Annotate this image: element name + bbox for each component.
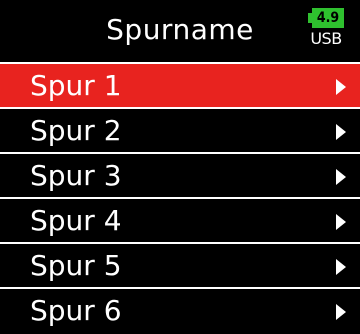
list-item-spur-3[interactable]: Spur 3: [0, 152, 360, 197]
power-source-label: USB: [310, 29, 342, 48]
chevron-right-icon: [336, 79, 346, 95]
list-item-label: Spur 5: [30, 249, 122, 282]
track-list: Spur 1 Spur 2 Spur 3 Spur 4 Spur 5 Spur …: [0, 62, 360, 332]
chevron-right-icon: [336, 304, 346, 320]
list-item-spur-1[interactable]: Spur 1: [0, 62, 360, 107]
battery-icon: 4.9: [308, 8, 344, 28]
list-item-label: Spur 4: [30, 204, 122, 237]
list-item-label: Spur 3: [30, 159, 122, 192]
list-item-spur-6[interactable]: Spur 6: [0, 287, 360, 332]
list-item-spur-4[interactable]: Spur 4: [0, 197, 360, 242]
list-item-spur-5[interactable]: Spur 5: [0, 242, 360, 287]
chevron-right-icon: [336, 259, 346, 275]
chevron-right-icon: [336, 124, 346, 140]
battery-voltage: 4.9: [312, 8, 344, 28]
list-item-label: Spur 2: [30, 114, 122, 147]
list-item-label: Spur 6: [30, 294, 122, 327]
header-bar: Spurname 4.9 USB: [0, 0, 360, 62]
list-item-spur-2[interactable]: Spur 2: [0, 107, 360, 152]
chevron-right-icon: [336, 214, 346, 230]
chevron-right-icon: [336, 169, 346, 185]
device-screen: Spurname 4.9 USB Spur 1 Spur 2 Spur 3 Sp…: [0, 0, 360, 334]
list-item-label: Spur 1: [30, 69, 122, 102]
